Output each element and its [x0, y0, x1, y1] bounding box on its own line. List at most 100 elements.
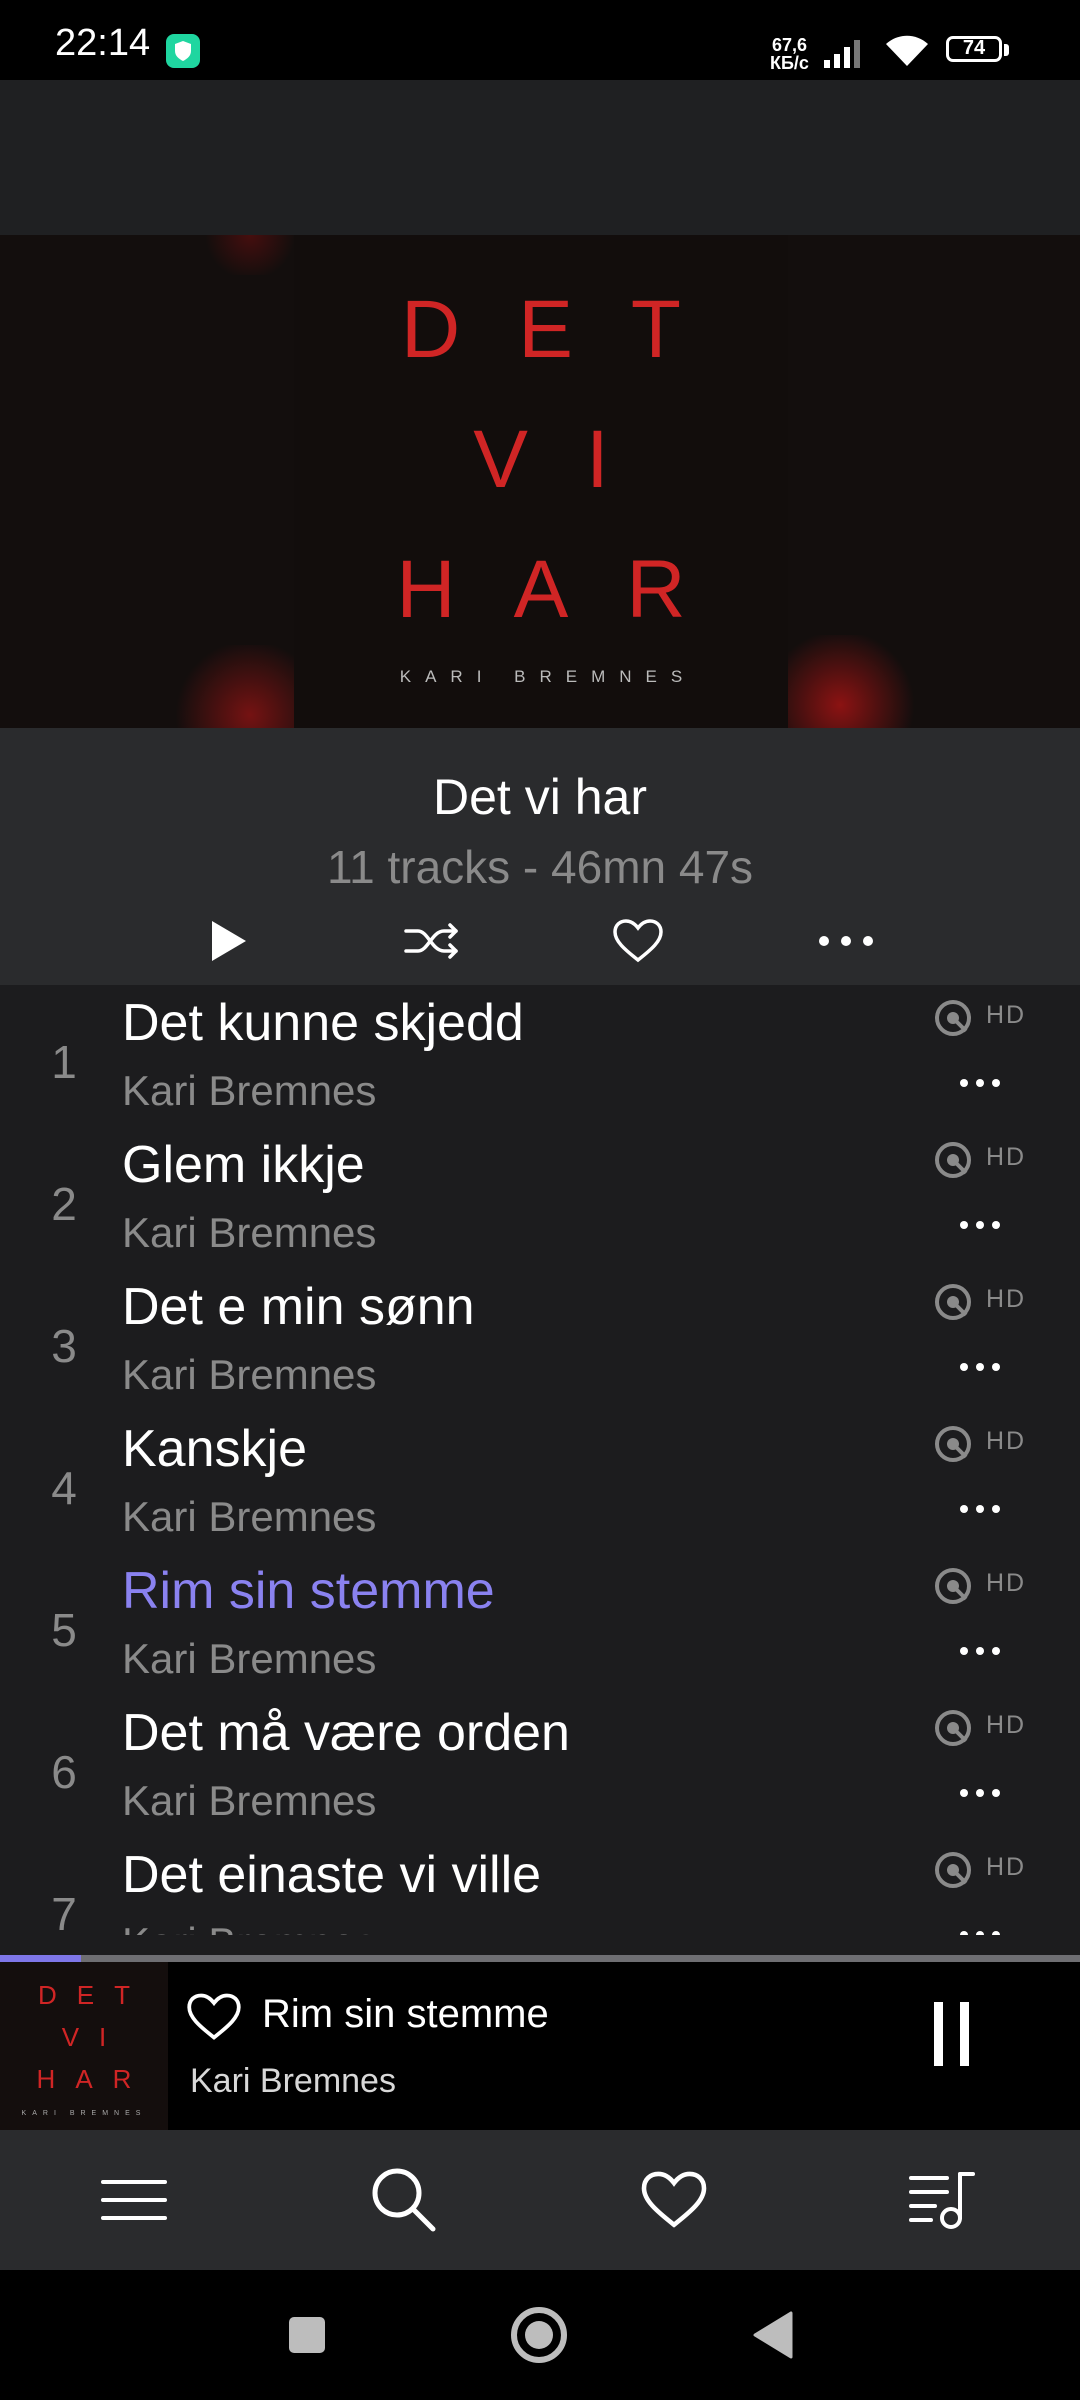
mini-player-favorite-button[interactable] — [186, 1992, 242, 2047]
cover-text-line: VI — [473, 414, 667, 505]
hd-disc-icon — [935, 1710, 971, 1746]
track-row[interactable]: 6 Det må være orden Kari Bremnes HD — [0, 1695, 1080, 1837]
track-artist: Kari Bremnes — [122, 1635, 377, 1682]
shuffle-button[interactable] — [392, 908, 472, 974]
cover-artist-text: KARI BREMNES — [399, 667, 697, 686]
track-more-button[interactable] — [950, 1205, 1010, 1245]
track-row[interactable]: 7 Det einaste vi ville Kari Bremnes HD — [0, 1837, 1080, 1935]
battery-level: 74 — [962, 37, 986, 59]
playback-progress-fill — [0, 1955, 81, 1962]
cover-text-line: DET — [401, 284, 739, 375]
now-playing-artist: Kari Bremnes — [190, 2062, 396, 2100]
mini-player[interactable]: DET VI HAR KARI BREMNES Rim sin stemme K… — [0, 1962, 1080, 2130]
track-more-button[interactable] — [950, 1773, 1010, 1813]
track-number: 2 — [51, 1178, 77, 1230]
track-artist: Kari Bremnes — [122, 1351, 377, 1398]
top-app-bar — [0, 80, 1080, 235]
back-button[interactable] — [738, 2300, 808, 2370]
hd-disc-icon — [935, 1000, 971, 1036]
vpn-shield-icon — [166, 34, 200, 68]
album-more-button[interactable] — [806, 908, 886, 974]
track-more-button[interactable] — [950, 1915, 1010, 1935]
track-row[interactable]: 4 Kanskje Kari Bremnes HD — [0, 1411, 1080, 1553]
playback-progress-bar[interactable] — [0, 1955, 1080, 1962]
mini-cover-text-line: DET — [38, 1980, 150, 2010]
more-icon — [960, 1505, 1000, 1513]
more-icon — [960, 1789, 1000, 1797]
more-icon — [960, 1221, 1000, 1229]
nav-menu-button[interactable] — [94, 2160, 174, 2240]
hd-disc-icon — [935, 1852, 971, 1888]
more-icon — [819, 936, 873, 946]
hd-label: HD — [986, 1427, 1027, 1455]
hd-disc-icon — [935, 1426, 971, 1462]
hd-disc-icon — [935, 1568, 971, 1604]
cover-text-line: HAR — [396, 544, 744, 635]
track-number: 4 — [51, 1462, 77, 1514]
track-more-button[interactable] — [950, 1063, 1010, 1103]
hd-label: HD — [986, 1285, 1027, 1313]
wifi-icon — [882, 30, 932, 75]
search-icon — [372, 2168, 436, 2232]
status-bar: 22:14 67,6 КБ/с 74 — [0, 0, 1080, 80]
track-row[interactable]: 3 Det e min sønn Kari Bremnes HD — [0, 1269, 1080, 1411]
system-navigation-bar — [0, 2270, 1080, 2400]
mini-cover-text-line: HAR — [36, 2064, 152, 2094]
heart-icon — [613, 919, 663, 963]
hd-disc-icon — [935, 1284, 971, 1320]
hd-disc-icon — [935, 1142, 971, 1178]
album-header: Det vi har 11 tracks - 46mn 47s — [0, 728, 1080, 985]
hd-label: HD — [986, 1001, 1027, 1029]
nav-favorites-button[interactable] — [634, 2160, 714, 2240]
bottom-navigation — [0, 2130, 1080, 2270]
track-list[interactable]: 1 Det kunne skjedd Kari Bremnes HD 2 Gle… — [0, 985, 1080, 1935]
signal-icon — [822, 34, 870, 75]
favorite-album-button[interactable] — [598, 908, 678, 974]
more-icon — [960, 1363, 1000, 1371]
heart-icon — [187, 1993, 241, 2040]
mini-player-cover[interactable]: DET VI HAR KARI BREMNES — [0, 1962, 168, 2130]
play-icon — [212, 921, 246, 961]
album-cover-area: DET VI HAR KARI BREMNES — [0, 235, 1080, 728]
track-artist: Kari Bremnes — [122, 1067, 377, 1114]
hd-label: HD — [986, 1143, 1027, 1171]
album-meta: 11 tracks - 46mn 47s — [326, 841, 754, 893]
track-title: Kanskje — [122, 1420, 307, 1478]
track-row[interactable]: 1 Det kunne skjedd Kari Bremnes HD — [0, 985, 1080, 1127]
shuffle-icon — [404, 923, 458, 959]
track-more-button[interactable] — [950, 1347, 1010, 1387]
track-title: Rim sin stemme — [122, 1562, 495, 1620]
play-button[interactable] — [188, 908, 268, 974]
track-number: 1 — [51, 1036, 77, 1088]
recent-apps-icon — [289, 2317, 325, 2353]
network-speed: 67,6 КБ/с — [770, 36, 809, 72]
track-number: 6 — [51, 1746, 77, 1798]
network-speed-unit: КБ/с — [770, 53, 809, 73]
network-speed-value: 67,6 — [771, 35, 807, 55]
menu-icon — [101, 2180, 167, 2220]
mini-cover-text-line: VI — [61, 2022, 127, 2052]
hd-label: HD — [986, 1853, 1027, 1881]
track-title: Det e min sønn — [122, 1278, 475, 1336]
back-icon — [753, 2311, 793, 2359]
nav-queue-button[interactable] — [902, 2160, 982, 2240]
track-row-active[interactable]: 5 Rim sin stemme Kari Bremnes HD — [0, 1553, 1080, 1695]
track-number: 3 — [51, 1320, 77, 1372]
nav-search-button[interactable] — [364, 2160, 444, 2240]
track-title: Det einaste vi ville — [122, 1846, 542, 1904]
album-title: Det vi har — [433, 769, 647, 825]
track-artist: Kari Bremnes — [122, 1777, 377, 1824]
mini-cover-artist-text: KARI BREMNES — [21, 2110, 147, 2117]
track-artist: Kari Bremnes — [122, 1493, 377, 1540]
home-button[interactable] — [504, 2300, 574, 2370]
recent-apps-button[interactable] — [272, 2300, 342, 2370]
track-title: Glem ikkje — [122, 1136, 365, 1194]
track-more-button[interactable] — [950, 1631, 1010, 1671]
track-more-button[interactable] — [950, 1489, 1010, 1529]
battery-icon: 74 — [946, 36, 1002, 62]
track-number: 5 — [51, 1604, 77, 1656]
track-artist: Kari Bremnes — [122, 1209, 377, 1256]
track-row[interactable]: 2 Glem ikkje Kari Bremnes HD — [0, 1127, 1080, 1269]
pause-button[interactable] — [920, 2002, 980, 2082]
now-playing-title: Rim sin stemme — [262, 1992, 549, 2036]
